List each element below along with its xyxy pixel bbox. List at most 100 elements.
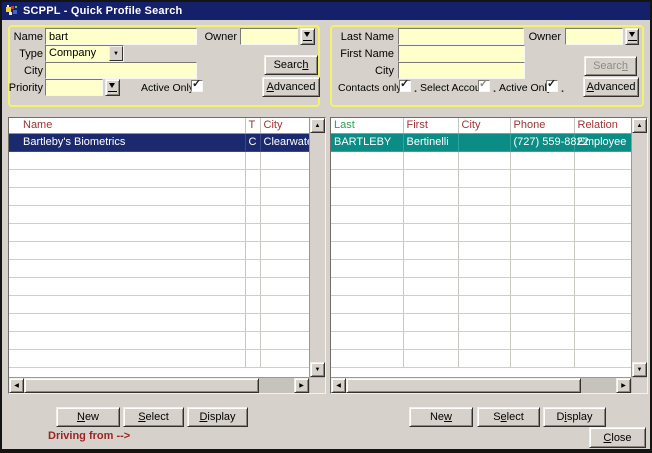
last-name-input[interactable]: [398, 28, 524, 45]
title-bar[interactable]: SCPPL - Quick Profile Search: [2, 2, 650, 20]
scroll-down-icon[interactable]: ▼: [632, 362, 647, 377]
company-grid: Name T City Bartleby's Biometrics C Clea…: [9, 118, 309, 377]
table-row-empty[interactable]: [331, 151, 631, 169]
select-account-checkbox[interactable]: ✓: [478, 80, 490, 92]
table-row-empty[interactable]: [9, 241, 309, 259]
priority-lov-button[interactable]: [105, 79, 120, 96]
company-select-button[interactable]: Select: [123, 407, 184, 427]
column-header-name[interactable]: Name: [9, 118, 245, 133]
vertical-scrollbar[interactable]: ▲ ▼: [631, 118, 647, 377]
horizontal-scrollbar[interactable]: ◀ ▶: [9, 377, 309, 393]
list-of-values-icon: [303, 32, 312, 41]
table-row-empty[interactable]: [331, 259, 631, 277]
owner-label: Owner: [528, 31, 561, 43]
company-results-table: Name T City Bartleby's Biometrics C Clea…: [8, 117, 326, 394]
check-icon: ✓: [547, 78, 556, 90]
column-header-relation[interactable]: Relation: [574, 118, 631, 133]
company-advanced-button[interactable]: Advanced: [262, 77, 320, 97]
name-input[interactable]: [45, 28, 197, 45]
table-row-empty[interactable]: [331, 313, 631, 331]
priority-label: Priority: [4, 82, 43, 94]
contact-display-button[interactable]: Display: [543, 407, 606, 427]
scroll-left-icon[interactable]: ◀: [9, 378, 24, 393]
scroll-right-icon[interactable]: ▶: [294, 378, 309, 393]
owner-input[interactable]: [240, 28, 298, 45]
table-row-selected[interactable]: BARTLEBY Bertinelli (727) 559-8822 Emplo…: [331, 133, 631, 151]
type-value: Company: [49, 47, 96, 59]
company-display-button[interactable]: Display: [187, 407, 248, 427]
cell-city: Clearwater: [260, 133, 309, 151]
column-header-phone[interactable]: Phone: [510, 118, 574, 133]
company-search-button[interactable]: Search: [264, 55, 318, 75]
city-input[interactable]: [45, 62, 197, 79]
table-row-empty[interactable]: [9, 295, 309, 313]
table-row-empty[interactable]: [9, 349, 309, 367]
table-row-empty[interactable]: [9, 277, 309, 295]
first-name-input[interactable]: [398, 45, 525, 62]
priority-input[interactable]: [45, 79, 103, 96]
active-only-checkbox[interactable]: ✓: [191, 80, 203, 92]
scroll-up-icon[interactable]: ▲: [632, 118, 647, 133]
city-input[interactable]: [398, 62, 525, 79]
table-row-empty[interactable]: [331, 331, 631, 349]
column-header-first[interactable]: First: [403, 118, 458, 133]
type-dropdown[interactable]: Company ▼: [45, 45, 124, 62]
separator-dot: .: [561, 83, 564, 95]
active-only-label: Active Only: [141, 82, 194, 94]
contact-select-button[interactable]: Select: [477, 407, 540, 427]
contact-results-table: Last First City Phone Relation BARTLEBY …: [330, 117, 648, 394]
table-row-empty[interactable]: [331, 223, 631, 241]
column-header-t[interactable]: T: [245, 118, 260, 133]
company-header-row: Name T City: [9, 118, 309, 133]
city-label: City: [8, 65, 43, 77]
table-row-empty[interactable]: [9, 187, 309, 205]
quick-profile-search-window: SCPPL - Quick Profile Search Name Owner …: [0, 0, 652, 453]
table-row-empty[interactable]: [9, 331, 309, 349]
vertical-scrollbar[interactable]: ▲ ▼: [309, 118, 325, 377]
column-header-last[interactable]: Last: [331, 118, 403, 133]
table-row-empty[interactable]: [9, 151, 309, 169]
table-row-selected[interactable]: Bartleby's Biometrics C Clearwater: [9, 133, 309, 151]
contact-grid: Last First City Phone Relation BARTLEBY …: [331, 118, 631, 377]
table-row-empty[interactable]: [9, 169, 309, 187]
table-row-empty[interactable]: [331, 349, 631, 367]
table-row-empty[interactable]: [9, 223, 309, 241]
table-row-empty[interactable]: [9, 259, 309, 277]
scroll-left-icon[interactable]: ◀: [331, 378, 346, 393]
contact-new-button[interactable]: New: [409, 407, 473, 427]
owner-input[interactable]: [565, 28, 623, 45]
scrollbar-thumb[interactable]: [346, 378, 581, 393]
table-row-empty[interactable]: [331, 241, 631, 259]
contact-header-row: Last First City Phone Relation: [331, 118, 631, 133]
horizontal-scrollbar[interactable]: ◀ ▶: [331, 377, 631, 393]
check-icon: ✓: [479, 78, 488, 90]
scroll-up-icon[interactable]: ▲: [310, 118, 325, 133]
active-only-checkbox[interactable]: ✓: [546, 80, 558, 92]
company-new-button[interactable]: New: [56, 407, 120, 427]
table-row-empty[interactable]: [331, 205, 631, 223]
owner-lov-button[interactable]: [625, 28, 639, 45]
check-icon: ✓: [400, 78, 409, 90]
close-button[interactable]: Close: [589, 427, 646, 448]
owner-label: Owner: [203, 31, 237, 43]
scroll-down-icon[interactable]: ▼: [310, 362, 325, 377]
contact-search-button[interactable]: Search: [584, 56, 637, 76]
table-row-empty[interactable]: [331, 169, 631, 187]
table-row-empty[interactable]: [331, 277, 631, 295]
table-row-empty[interactable]: [9, 205, 309, 223]
chevron-down-icon[interactable]: ▼: [109, 46, 123, 61]
contact-advanced-button[interactable]: Advanced: [583, 77, 639, 97]
scrollbar-thumb[interactable]: [24, 378, 259, 393]
scroll-right-icon[interactable]: ▶: [616, 378, 631, 393]
scrollbar-corner: [631, 377, 647, 393]
contacts-only-checkbox[interactable]: ✓: [399, 80, 411, 92]
column-header-city[interactable]: City: [458, 118, 510, 133]
owner-lov-button[interactable]: [300, 28, 315, 45]
table-row-empty[interactable]: [331, 187, 631, 205]
column-header-city[interactable]: City: [260, 118, 309, 133]
cell-t: C: [245, 133, 260, 151]
table-row-empty[interactable]: [9, 313, 309, 331]
first-name-label: First Name: [336, 48, 394, 60]
cell-name: Bartleby's Biometrics: [9, 133, 245, 151]
table-row-empty[interactable]: [331, 295, 631, 313]
